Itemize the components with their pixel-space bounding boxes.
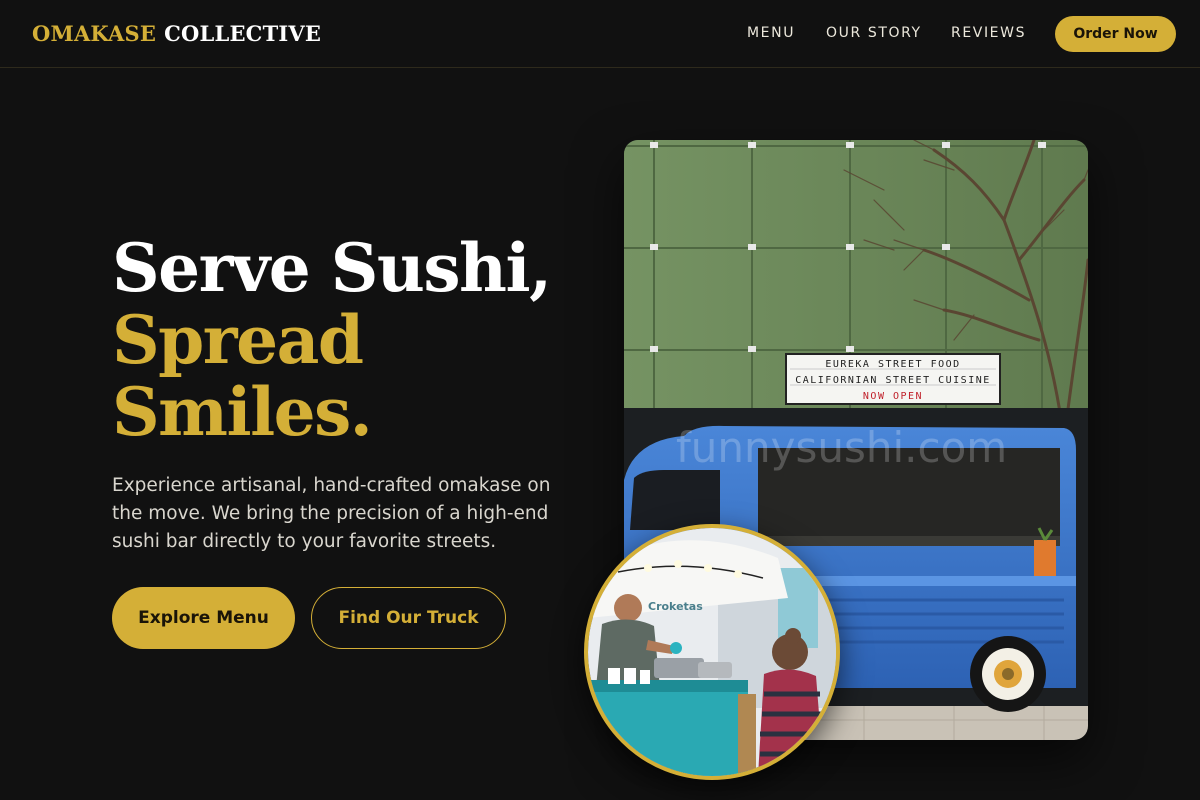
nav-link-menu[interactable]: MENU bbox=[747, 25, 795, 41]
nav-link-reviews[interactable]: REVIEWS bbox=[951, 25, 1026, 41]
hero-headline: Serve Sushi, Spread Smiles. bbox=[112, 229, 552, 451]
chef-stall-photo: Croketas bbox=[584, 524, 840, 780]
brand-part-1: OMAKASE bbox=[32, 21, 157, 46]
headline-line-1: Serve Sushi, bbox=[112, 229, 552, 307]
hero-description: Experience artisanal, hand-crafted omaka… bbox=[112, 475, 551, 552]
nav-link-our-story[interactable]: OUR STORY bbox=[826, 25, 922, 41]
headline-line-3: Smiles. bbox=[112, 373, 373, 451]
sign-line-3: NOW OPEN bbox=[863, 391, 923, 402]
top-navbar: OMAKASE COLLECTIVE MENU OUR STORY REVIEWS… bbox=[0, 0, 1200, 68]
sign-line-2: CALIFORNIAN STREET CUISINE bbox=[795, 375, 991, 386]
headline-line-2: Spread bbox=[112, 301, 364, 379]
stall-sign: Croketas bbox=[648, 600, 703, 613]
find-our-truck-button[interactable]: Find Our Truck bbox=[311, 587, 506, 649]
order-now-button[interactable]: Order Now bbox=[1055, 16, 1176, 52]
explore-menu-button[interactable]: Explore Menu bbox=[112, 587, 295, 649]
image-watermark: funnysushi.com bbox=[676, 423, 1007, 472]
brand-part-2: COLLECTIVE bbox=[164, 21, 322, 46]
brand-logo[interactable]: OMAKASE COLLECTIVE bbox=[32, 21, 321, 46]
sign-line-1: EUREKA STREET FOOD bbox=[825, 359, 960, 370]
